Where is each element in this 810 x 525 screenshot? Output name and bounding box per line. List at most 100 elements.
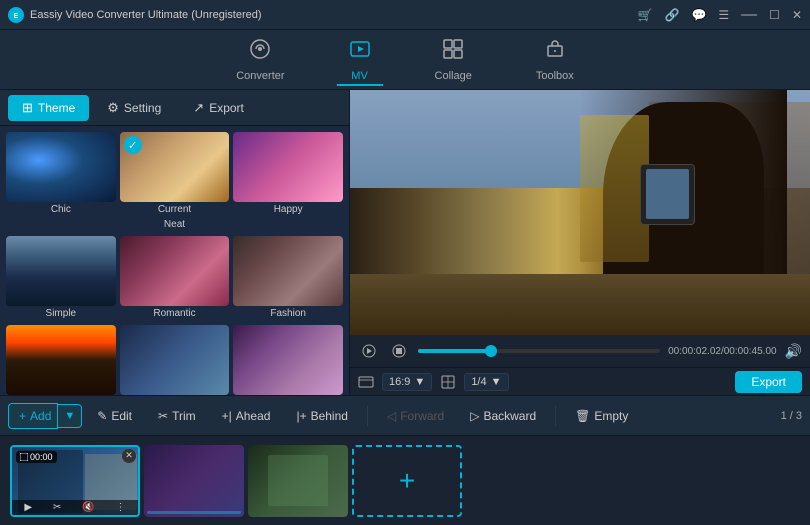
video-preview bbox=[350, 90, 810, 335]
progress-fill bbox=[418, 349, 491, 353]
cart-icon[interactable]: 🛒 bbox=[638, 8, 653, 22]
tab-setting[interactable]: ⚙ Setting bbox=[93, 95, 175, 121]
neat-check-icon: ✓ bbox=[124, 136, 142, 154]
export-tab-label: Export bbox=[209, 101, 244, 115]
edit-label: Edit bbox=[111, 409, 132, 423]
add-main-button[interactable]: + Add bbox=[8, 403, 58, 429]
mv-icon bbox=[349, 38, 371, 66]
backward-button[interactable]: ▷ Backward bbox=[459, 403, 547, 429]
clip-1-controls: ▶ ✂ 🔇 ⋮ bbox=[12, 500, 138, 515]
maximize-icon[interactable]: ☐ bbox=[769, 8, 780, 22]
empty-button[interactable]: 🗑 Empty bbox=[564, 403, 639, 429]
theme-item-travel[interactable]: Travel bbox=[6, 325, 116, 395]
theme-thumb-happy bbox=[233, 132, 343, 202]
forward-button[interactable]: ◁ Forward bbox=[376, 403, 455, 429]
app-icon: E bbox=[8, 7, 24, 23]
theme-tab-label: Theme bbox=[38, 101, 75, 115]
link-icon[interactable]: 🔗 bbox=[665, 8, 680, 22]
timeline-clip-3[interactable] bbox=[248, 445, 348, 517]
close-icon[interactable]: ✕ bbox=[792, 8, 802, 22]
panel-tabs: ⊞ Theme ⚙ Setting ↗ Export bbox=[0, 90, 349, 126]
add-clip-icon: + bbox=[399, 465, 415, 497]
theme-thumb-wedding bbox=[233, 325, 343, 395]
theme-item-simple[interactable]: Simple bbox=[6, 236, 116, 321]
clip-1-close-button[interactable]: ✕ bbox=[122, 449, 136, 463]
volume-icon[interactable]: 🔊 bbox=[785, 343, 802, 360]
quality-value: 1/4 bbox=[471, 376, 486, 388]
titlebar-icons: 🛒 🔗 💬 ☰ — ☐ ✕ bbox=[638, 6, 802, 24]
trim-icon: ✂ bbox=[158, 409, 168, 423]
theme-tab-icon: ⊞ bbox=[22, 100, 33, 116]
theme-grid: Chic ✓ Current Neat Happy bbox=[0, 126, 349, 395]
time-display: 00:00:02.02/00:00:45.00 bbox=[668, 346, 776, 357]
quality-select[interactable]: 1/4 ▼ bbox=[464, 373, 508, 391]
video-controls: 00:00:02.02/00:00:45.00 🔊 bbox=[350, 335, 810, 367]
progress-bar[interactable] bbox=[418, 349, 660, 353]
theme-label-neat: Neat bbox=[120, 217, 230, 232]
ahead-button[interactable]: +| Ahead bbox=[211, 403, 282, 429]
stop-button[interactable] bbox=[388, 340, 410, 362]
add-clip-button[interactable]: + bbox=[352, 445, 462, 517]
theme-item-chic[interactable]: Chic bbox=[6, 132, 116, 232]
add-dropdown-button[interactable]: ▼ bbox=[58, 404, 82, 428]
clip-time-icon bbox=[20, 453, 28, 461]
left-panel: ⊞ Theme ⚙ Setting ↗ Export Chic bbox=[0, 90, 350, 395]
clip-play-icon[interactable]: ▶ bbox=[24, 502, 32, 513]
quality-arrow: ▼ bbox=[491, 376, 502, 388]
edit-button[interactable]: ✎ Edit bbox=[86, 403, 143, 429]
trim-button[interactable]: ✂ Trim bbox=[147, 403, 207, 429]
theme-item-fashion[interactable]: Fashion bbox=[233, 236, 343, 321]
theme-thumb-business bbox=[120, 325, 230, 395]
progress-thumb bbox=[485, 345, 497, 357]
aspect-ratio-select[interactable]: 16:9 ▼ bbox=[382, 373, 432, 391]
chat-icon[interactable]: 💬 bbox=[691, 8, 706, 22]
export-button[interactable]: Export bbox=[735, 371, 802, 393]
clip-split-icon[interactable]: ⋮ bbox=[116, 502, 126, 513]
theme-item-romantic[interactable]: Romantic bbox=[120, 236, 230, 321]
trim-label: Trim bbox=[172, 409, 196, 423]
theme-thumb-fashion bbox=[233, 236, 343, 306]
theme-item-business[interactable]: Business bbox=[120, 325, 230, 395]
tab-export[interactable]: ↗ Export bbox=[179, 95, 258, 121]
setting-tab-label: Setting bbox=[124, 101, 161, 115]
theme-label-romantic: Romantic bbox=[120, 306, 230, 321]
export-tab-icon: ↗ bbox=[193, 100, 204, 116]
theme-thumb-simple bbox=[6, 236, 116, 306]
menu-icon[interactable]: ☰ bbox=[718, 8, 729, 22]
theme-thumb-chic bbox=[6, 132, 116, 202]
add-button-group: + Add ▼ bbox=[8, 403, 82, 429]
toolbar-item-mv[interactable]: MV bbox=[337, 34, 383, 86]
behind-button[interactable]: |+ Behind bbox=[285, 403, 359, 429]
toolbar-item-converter[interactable]: Converter bbox=[224, 34, 296, 86]
theme-label-simple: Simple bbox=[6, 306, 116, 321]
theme-item-neat[interactable]: ✓ Current Neat bbox=[120, 132, 230, 232]
forward-label: Forward bbox=[400, 409, 444, 423]
theme-thumb-romantic bbox=[120, 236, 230, 306]
theme-item-wedding[interactable]: Wedding bbox=[233, 325, 343, 395]
timeline-clip-1[interactable]: 00:00 ✕ ▶ ✂ 🔇 ⋮ bbox=[10, 445, 140, 517]
toolbar-item-toolbox[interactable]: Toolbox bbox=[524, 34, 586, 86]
separator-2 bbox=[555, 406, 556, 426]
play-button[interactable] bbox=[358, 340, 380, 362]
bottom-toolbar: + Add ▼ ✎ Edit ✂ Trim +| Ahead |+ Behind… bbox=[0, 395, 810, 435]
ahead-icon: +| bbox=[222, 409, 232, 423]
tab-theme[interactable]: ⊞ Theme bbox=[8, 95, 89, 121]
main-content: ⊞ Theme ⚙ Setting ↗ Export Chic bbox=[0, 90, 810, 395]
ahead-label: Ahead bbox=[236, 409, 271, 423]
theme-item-happy[interactable]: Happy bbox=[233, 132, 343, 232]
theme-label-chic: Chic bbox=[6, 202, 116, 217]
right-panel: 00:00:02.02/00:00:45.00 🔊 16:9 ▼ 1/4 ▼ E… bbox=[350, 90, 810, 395]
theme-thumb-neat: ✓ bbox=[120, 132, 230, 202]
clip-mute-icon[interactable]: 🔇 bbox=[82, 502, 94, 513]
converter-icon bbox=[249, 38, 271, 66]
toolbar-item-collage[interactable]: Collage bbox=[423, 34, 484, 86]
clip-1-time-badge: 00:00 bbox=[16, 451, 57, 463]
clip-cut-icon[interactable]: ✂ bbox=[53, 502, 61, 513]
timeline: 00:00 ✕ ▶ ✂ 🔇 ⋮ + bbox=[0, 435, 810, 525]
add-plus-icon: + bbox=[19, 409, 26, 423]
backward-arrow-icon: ▷ bbox=[470, 409, 479, 423]
toolbox-icon bbox=[544, 38, 566, 66]
timeline-clip-2[interactable] bbox=[144, 445, 244, 517]
minimize-icon[interactable]: — bbox=[741, 6, 757, 24]
theme-label-happy: Happy bbox=[233, 202, 343, 217]
